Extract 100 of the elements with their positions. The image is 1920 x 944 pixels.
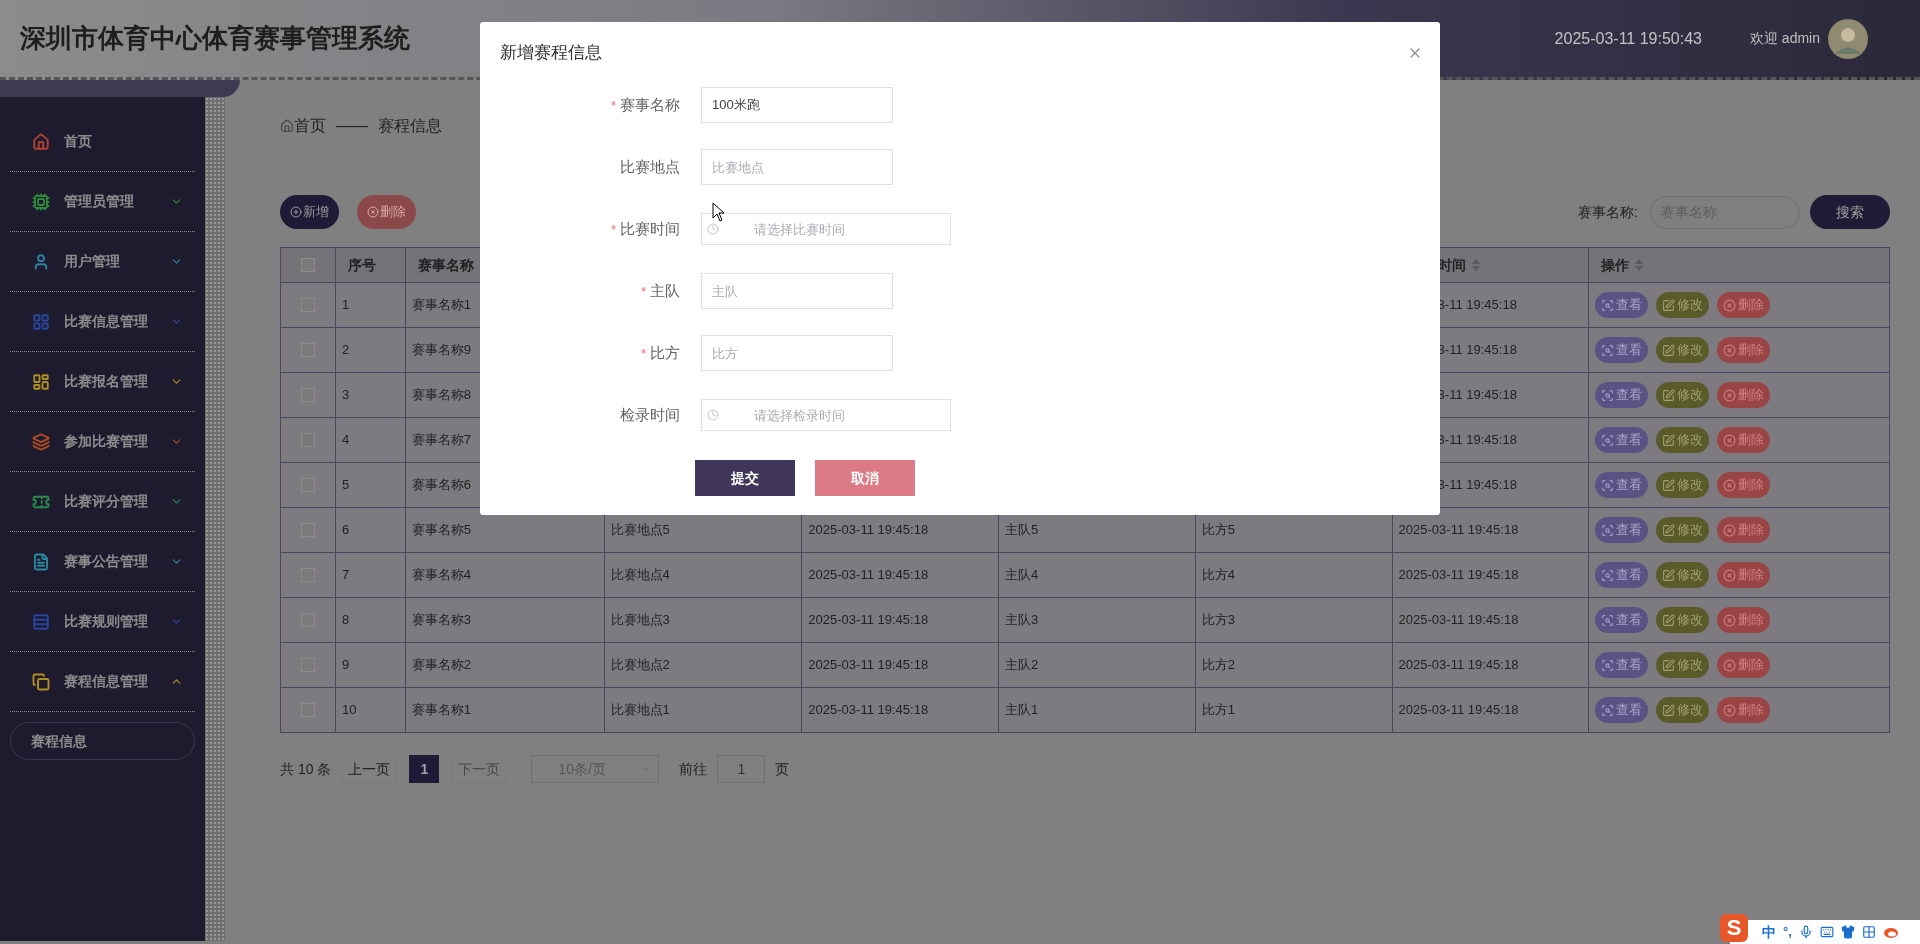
table-cell-text: 2025-03-11 19:45:18 (1398, 521, 1519, 540)
table-cell-text: 2 (341, 341, 350, 360)
search-label: 赛事名称: (1578, 202, 1638, 222)
edit-button[interactable]: 修改 (1656, 427, 1710, 453)
edit-icon (1662, 343, 1676, 357)
cancel-button[interactable]: 取消 (815, 460, 915, 496)
table-cell-text: 主队3 (1005, 611, 1039, 630)
punctuation-toggle[interactable]: °, (1783, 922, 1792, 942)
table-cell-text: 赛事名称6 (411, 476, 472, 495)
edit-button[interactable]: 修改 (1656, 337, 1710, 363)
field-label: * 比赛时间 (610, 218, 680, 239)
checkbox[interactable] (300, 258, 315, 272)
field-label: 比赛地点 (620, 156, 680, 177)
ime-logo[interactable]: S (1720, 914, 1748, 942)
sort-icon (1471, 259, 1480, 271)
view-button[interactable]: 查看 (1595, 517, 1649, 543)
view-button[interactable]: 查看 (1595, 697, 1649, 723)
table-cell-text: 8 (341, 611, 350, 630)
edit-button[interactable]: 修改 (1656, 517, 1710, 543)
datetime: 2025-03-11 19:50:43 (1554, 28, 1702, 49)
sidebar-item[interactable]: 赛程信息管理 (10, 652, 195, 712)
prev-page-button[interactable]: 上一页 (341, 755, 398, 783)
keyboard-icon[interactable] (1819, 925, 1834, 939)
search-button[interactable]: 搜索 (1810, 195, 1890, 229)
input-field[interactable]: 比方 (701, 335, 893, 371)
x-circle-icon (1723, 568, 1737, 582)
search-icon (1601, 658, 1615, 672)
avatar[interactable] (1828, 18, 1868, 59)
table-cell-text: 赛事名称1 (411, 701, 472, 720)
view-button[interactable]: 查看 (1595, 382, 1649, 408)
column-header: 序号 (347, 255, 376, 275)
view-button[interactable]: 查看 (1595, 607, 1649, 633)
language-toggle[interactable]: 中 (1762, 921, 1776, 943)
sidebar-item[interactable]: 参加比赛管理 (10, 412, 195, 472)
view-button[interactable]: 查看 (1595, 337, 1649, 363)
search-icon (1601, 523, 1615, 537)
edit-button[interactable]: 修改 (1656, 382, 1710, 408)
plus-icon (290, 206, 302, 218)
search-icon (1601, 478, 1615, 492)
grid-icon[interactable] (1861, 925, 1876, 939)
edit-button[interactable]: 修改 (1656, 697, 1710, 723)
table-cell-text: 比方5 (1201, 521, 1236, 540)
edit-button[interactable]: 修改 (1656, 562, 1710, 588)
view-button[interactable]: 查看 (1595, 427, 1649, 453)
sidebar-item[interactable]: 赛事公告管理 (10, 532, 195, 592)
submit-button[interactable]: 提交 (695, 460, 795, 496)
edit-button[interactable]: 修改 (1656, 292, 1710, 318)
sidebar-item[interactable]: 管理员管理 (10, 172, 195, 232)
date-field[interactable]: 请选择检录时间 (701, 399, 951, 431)
edit-icon (1662, 568, 1676, 582)
input-field[interactable]: 主队 (701, 273, 893, 309)
search-icon (1601, 568, 1615, 582)
total-count: 共 10 条 (280, 759, 332, 779)
table-cell-text: 赛事名称5 (411, 521, 472, 540)
clock-icon (707, 409, 719, 421)
date-field[interactable]: 请选择比赛时间 (701, 213, 951, 245)
field-label: * 主队 (640, 280, 680, 301)
table-cell-text: 2025-03-11 19:45:18 (1398, 611, 1519, 630)
edit-icon (1662, 658, 1676, 672)
search-icon (1601, 703, 1615, 717)
field-label: * 赛事名称 (610, 94, 680, 115)
welcome-text: 欢迎 admin (1749, 29, 1820, 48)
goto-label: 前往 (679, 759, 708, 779)
table-cell-text: 2025-03-11 19:45:18 (808, 566, 929, 585)
breadcrumb-link[interactable]: 首页 (294, 114, 326, 138)
table-cell-text: 主队5 (1005, 521, 1039, 540)
edit-button[interactable]: 修改 (1656, 472, 1710, 498)
table-cell-text: 2025-03-11 19:45:18 (1398, 656, 1519, 675)
sidebar-item[interactable]: 比赛规则管理 (10, 592, 195, 652)
cursor-icon (712, 202, 726, 222)
input-field[interactable]: 比赛地点 (701, 149, 893, 185)
search-icon (1601, 343, 1615, 357)
x-circle-icon (1723, 523, 1737, 537)
view-button[interactable]: 查看 (1595, 292, 1649, 318)
microphone-icon[interactable] (1798, 925, 1813, 939)
breadcrumb-current: 赛程信息 (378, 116, 442, 136)
shirt-icon[interactable] (1840, 925, 1855, 939)
view-button[interactable]: 查看 (1595, 652, 1649, 678)
edit-button[interactable]: 修改 (1656, 607, 1710, 633)
goto-page-field[interactable]: 1 (717, 755, 766, 783)
mascot-icon[interactable] (1882, 925, 1899, 939)
input-field[interactable]: 100米跑 (701, 87, 893, 123)
table-cell-text: 赛事名称2 (411, 656, 472, 675)
table-cell-text: 4 (341, 431, 350, 450)
add-button[interactable]: 新增 (280, 195, 339, 229)
sidebar-item[interactable]: 用户管理 (10, 232, 195, 292)
sidebar-item[interactable]: 比赛报名管理 (10, 352, 195, 412)
sidebar-item[interactable]: 比赛信息管理 (10, 292, 195, 352)
table-cell-text: 比方1 (1201, 701, 1236, 720)
page-button[interactable]: 1 (409, 755, 440, 783)
view-button[interactable]: 查看 (1595, 472, 1649, 498)
field-label: * 比方 (640, 342, 680, 363)
table-cell-text: 2025-03-11 19:45:18 (1398, 566, 1519, 585)
sidebar-item[interactable]: 首页 (10, 112, 195, 172)
delete-button[interactable]: 删除 (357, 195, 416, 229)
view-button[interactable]: 查看 (1595, 562, 1649, 588)
sidebar-item[interactable]: 比赛评分管理 (10, 472, 195, 532)
column-header[interactable]: 操作 (1601, 254, 1644, 276)
edit-icon (1662, 433, 1676, 447)
edit-button[interactable]: 修改 (1656, 652, 1710, 678)
